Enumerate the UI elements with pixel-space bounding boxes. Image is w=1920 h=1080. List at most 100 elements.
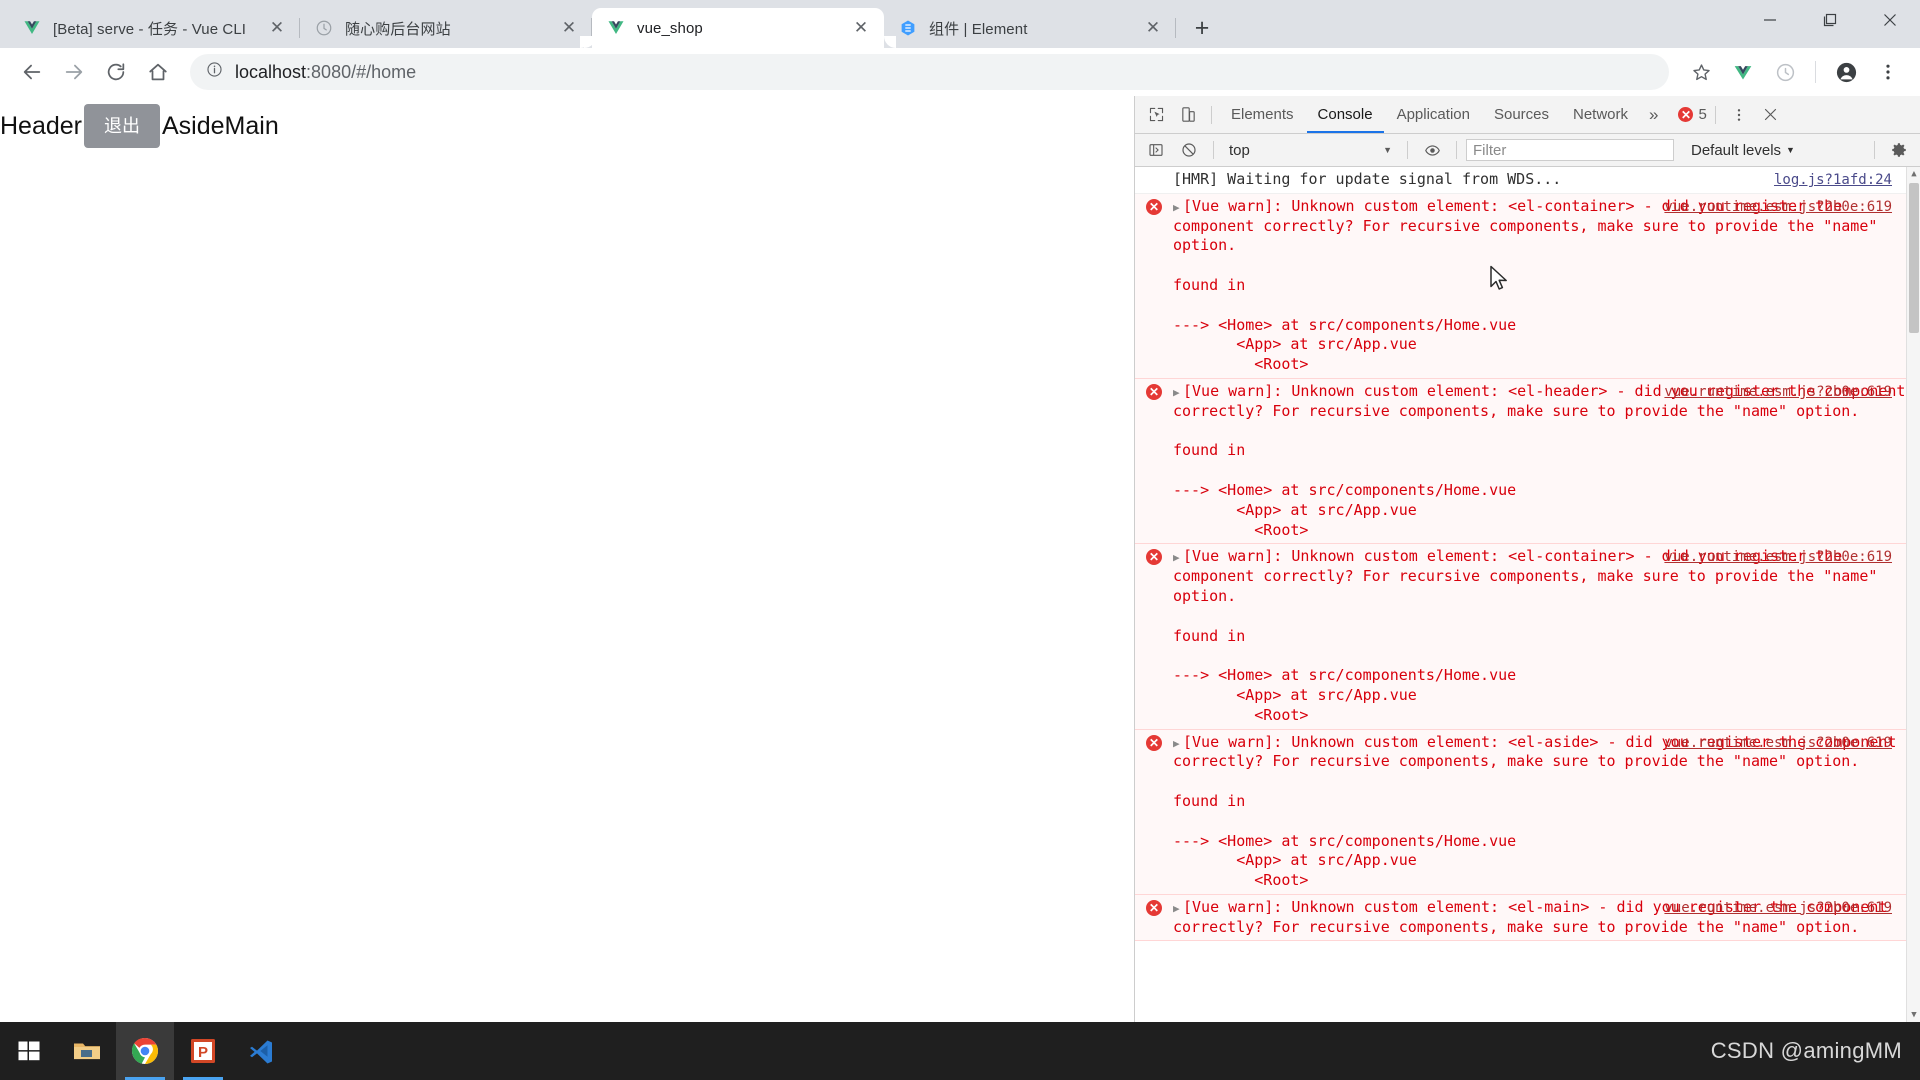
maximize-button[interactable] [1800,0,1860,40]
file-explorer-button[interactable] [58,1022,116,1080]
expand-arrow-icon[interactable]: ▶ [1173,902,1183,917]
url-path: :8080/#/home [306,61,417,82]
devtools-close-icon[interactable] [1756,101,1786,129]
close-icon[interactable]: ✕ [556,15,582,41]
home-button[interactable] [138,52,178,92]
console-message[interactable]: ✕ ▶ [Vue warn]: Unknown custom element: <e… [1135,729,1920,895]
toolbar-divider [1815,61,1816,83]
tab-sources[interactable]: Sources [1483,96,1560,133]
message-text: ▶ [Vue warn]: Unknown custom element: <el… [1173,732,1897,890]
message-text: ▶ [Vue warn]: Unknown custom element: <el… [1173,196,1878,374]
clear-console-icon[interactable] [1174,136,1204,164]
browser-tab-4[interactable]: 组件 | Element ✕ [884,8,1176,48]
expand-arrow-icon[interactable]: ▶ [1173,551,1183,566]
console-filter-input[interactable] [1466,139,1674,161]
device-toolbar-icon[interactable] [1173,101,1203,129]
source-link[interactable]: vue.runtime.esm.js?2b0e:619 [1664,900,1892,916]
close-icon[interactable]: ✕ [1140,15,1166,41]
console-scrollbar[interactable]: ▲ ▼ [1906,167,1920,1022]
address-bar[interactable]: localhost:8080/#/home [190,54,1669,90]
console-message-list: [HMR] Waiting for update signal from WDS… [1135,167,1920,942]
tab-network[interactable]: Network [1562,96,1639,133]
logout-button[interactable]: 退出 [84,104,160,148]
divider [1874,141,1875,159]
browser-tab-3[interactable]: vue_shop ✕ [592,8,896,48]
devtools-tabbar: Elements Console Application Sources Net… [1135,96,1920,134]
console-message[interactable]: ✕ ▶ [Vue warn]: Unknown custom element: <e… [1135,193,1920,379]
log-levels-value: Default levels [1691,141,1782,159]
page-viewport: Header 退出 AsideMain [0,96,1134,1022]
expand-arrow-icon[interactable]: ▶ [1173,201,1183,216]
source-link[interactable]: vue.runtime.esm.js?2b0e:619 [1664,735,1892,751]
settings-gear-icon[interactable] [1884,136,1914,164]
svg-text:P: P [198,1044,208,1061]
back-button[interactable] [12,52,52,92]
error-icon: ✕ [1146,383,1162,400]
tab-application[interactable]: Application [1386,96,1481,133]
console-message[interactable]: [HMR] Waiting for update signal from WDS… [1135,167,1920,194]
reload-button[interactable] [96,52,136,92]
execution-context-value: top [1229,141,1250,159]
source-link[interactable]: log.js?1afd:24 [1774,172,1892,188]
scroll-down-arrow[interactable]: ▼ [1907,1008,1920,1022]
console-message[interactable]: ✕ ▶ [Vue warn]: Unknown custom element: <e… [1135,378,1920,545]
message-gutter: ✕ [1135,733,1173,891]
tab-console[interactable]: Console [1307,96,1384,133]
live-expression-icon[interactable] [1417,136,1447,164]
scrollbar-thumb[interactable] [1909,183,1919,333]
profile-avatar[interactable] [1826,52,1866,92]
clock-extension-icon[interactable] [1765,52,1805,92]
source-link[interactable]: vue.runtime.esm.js?2b0e:619 [1664,384,1892,400]
expand-arrow-icon[interactable]: ▶ [1173,737,1183,752]
expand-arrow-icon[interactable]: ▶ [1173,386,1183,401]
page-content: Header 退出 AsideMain [0,96,1134,148]
browser-tab-2[interactable]: 随心购后台网站 ✕ [300,8,592,48]
message-gutter: ✕ [1135,197,1173,375]
devtools-menu-icon[interactable] [1724,101,1754,129]
more-panels-icon[interactable]: » [1641,105,1666,125]
console-sidebar-icon[interactable] [1141,136,1171,164]
chevron-down-icon: ▼ [1786,145,1795,155]
error-icon: ✕ [1146,198,1162,215]
vue-devtools-extension-icon[interactable] [1723,52,1763,92]
divider [1456,141,1457,159]
error-count-badge[interactable]: ✕ 5 [1678,106,1707,123]
console-message[interactable]: ✕ ▶ [Vue warn]: Unknown custom element: <e… [1135,544,1920,730]
chrome-icon [131,1037,158,1064]
chrome-menu-button[interactable] [1868,52,1908,92]
inspect-element-icon[interactable] [1141,101,1171,129]
log-levels-dropdown[interactable]: Default levels ▼ [1691,142,1795,159]
google-chrome-button[interactable] [116,1022,174,1080]
windows-taskbar: P CSDN @amingMM [0,1022,1920,1080]
chevron-down-icon: ▼ [1383,145,1392,155]
execution-context-select[interactable]: top ▼ [1223,142,1398,159]
source-link[interactable]: vue.runtime.esm.js?2b0e:619 [1664,549,1892,565]
tab-title: vue_shop [637,19,703,37]
watermark-text: CSDN @amingMM [1710,1038,1902,1063]
powerpoint-button[interactable]: P [174,1022,232,1080]
browser-tab-1[interactable]: [Beta] serve - 任务 - Vue CLI ✕ [8,8,300,48]
tab-strip: [Beta] serve - 任务 - Vue CLI ✕ 随心购后台网站 ✕ … [0,0,1920,48]
tab-title: [Beta] serve - 任务 - Vue CLI [53,20,247,38]
close-window-button[interactable] [1860,0,1920,40]
minimize-button[interactable] [1740,0,1800,40]
console-filter-bar: top ▼ Default levels ▼ [1135,134,1920,167]
message-gutter: ✕ [1135,898,1173,938]
start-button[interactable] [0,1022,58,1080]
aside-main-label: AsideMain [162,111,279,140]
close-icon[interactable]: ✕ [848,15,874,41]
scroll-up-arrow[interactable]: ▲ [1907,167,1920,181]
console-message[interactable]: ✕ ▶ [Vue warn]: Unknown custom element: <e… [1135,894,1920,942]
tab-elements[interactable]: Elements [1220,96,1305,133]
toolbar-right-actions [1681,52,1908,92]
vscode-button[interactable] [232,1022,290,1080]
bookmark-star-icon[interactable] [1681,52,1721,92]
site-info-icon[interactable] [206,61,223,83]
console-messages[interactable]: [HMR] Waiting for update signal from WDS… [1135,167,1920,1022]
new-tab-button[interactable]: + [1184,10,1220,46]
windows-logo-icon [18,1041,40,1061]
forward-button[interactable] [54,52,94,92]
close-icon[interactable]: ✕ [264,15,290,41]
source-link[interactable]: vue.runtime.esm.js?2b0e:619 [1664,199,1892,215]
clock-icon [314,18,334,38]
